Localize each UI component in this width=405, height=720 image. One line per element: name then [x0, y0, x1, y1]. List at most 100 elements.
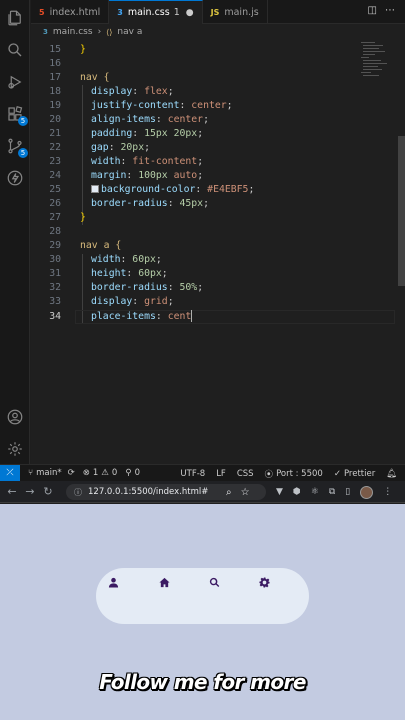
code-line: 30 width: 60px;: [49, 254, 162, 265]
code-line: 26 border-radius: 45px;: [49, 198, 209, 209]
breadcrumb-symbol[interactable]: nav a: [117, 27, 142, 37]
back-arrow-icon[interactable]: ←: [3, 485, 21, 498]
css-file-icon: 3: [43, 28, 48, 36]
eol-indicator[interactable]: LF: [216, 469, 226, 479]
code-editor[interactable]: 15} 16 17 nav { 18 display: flex; 19 justif…: [31, 40, 405, 464]
code-text: align-items: center;: [91, 114, 209, 125]
nav-bar: [96, 568, 309, 624]
code-text: nav a {: [80, 240, 122, 251]
prettier-indicator[interactable]: ✓ Prettier: [334, 469, 375, 479]
sidebar-panel-icon[interactable]: ▯: [345, 487, 350, 497]
zoom-icon[interactable]: ⌕: [226, 487, 232, 498]
react-devtools-icon[interactable]: ⚛: [311, 487, 319, 497]
text-caret: [191, 310, 193, 322]
branch-indicator[interactable]: ⑂ main* ⟳: [28, 468, 75, 478]
editor-scrollbar[interactable]: [398, 136, 405, 286]
code-text: justify-content: center;: [91, 100, 233, 111]
code-line: 22 gap: 20px;: [49, 142, 150, 153]
code-line: 23 width: fit-content;: [49, 156, 204, 167]
check-icon: ✓: [333, 468, 341, 479]
code-text: gap: 20px;: [91, 142, 150, 153]
site-info-icon[interactable]: ⓘ: [74, 487, 82, 498]
browser-viewport: Follow me for more: [0, 504, 405, 720]
tab-actions: ◫ ⋯: [368, 5, 395, 16]
run-debug-icon[interactable]: [5, 72, 25, 92]
remote-icon[interactable]: ⤫: [0, 464, 20, 482]
lightning-icon[interactable]: [5, 168, 25, 188]
user-icon[interactable]: [106, 575, 120, 589]
notifications-bell-icon[interactable]: 🔔︎: [386, 469, 397, 479]
ports-indicator[interactable]: ⚲ 0: [125, 468, 140, 478]
color-swatch[interactable]: [91, 185, 99, 193]
code-line: 15}: [49, 44, 86, 55]
forward-arrow-icon[interactable]: →: [21, 485, 39, 498]
code-text: border-radius: 45px;: [91, 198, 209, 209]
account-icon[interactable]: [5, 407, 25, 427]
search-icon[interactable]: [5, 40, 25, 60]
tab-main-css[interactable]: 3 main.css 1 ●: [109, 0, 203, 24]
search-icon[interactable]: [207, 575, 221, 589]
extensions-badge: 5: [18, 116, 28, 126]
gear-icon[interactable]: [257, 575, 271, 589]
code-line: 28: [49, 226, 61, 237]
antenna-icon: ⚲: [125, 468, 132, 478]
encoding-indicator[interactable]: UTF-8: [180, 469, 205, 479]
code-text: display: flex;: [91, 86, 174, 97]
browser-toolbar: ← → ↻ ⓘ 127.0.0.1:5500/index.html# ⌕ ☆ ▼…: [0, 481, 405, 503]
warning-icon: ⚠: [101, 468, 109, 478]
code-text: place-items: cent: [91, 311, 192, 322]
code-line: 29 nav a {: [49, 240, 122, 251]
minimap[interactable]: [361, 40, 391, 80]
url-text: 127.0.0.1:5500/index.html#: [88, 487, 209, 497]
code-line: 25 background-color: #E4EBF5;: [49, 184, 255, 195]
vue-devtools-icon[interactable]: ▼: [276, 487, 283, 497]
extension-shield-icon[interactable]: ⬢: [293, 487, 301, 497]
browser-menu-icon[interactable]: ⋮: [383, 487, 392, 497]
tab-index-html[interactable]: 5 index.html: [31, 0, 110, 24]
settings-gear-icon[interactable]: [5, 439, 25, 459]
editor-tabs: 5 index.html 3 main.css 1 ● JS main.js ◫…: [31, 0, 405, 24]
code-line: 17 nav {: [49, 72, 110, 83]
profile-avatar[interactable]: [360, 485, 374, 499]
breadcrumb: 3 main.css › ⟨⟩ nav a: [31, 24, 405, 40]
css-file-icon: 3: [117, 8, 123, 17]
puzzle-extensions-icon[interactable]: ⧉: [329, 487, 335, 497]
current-code-line: 34 place-items: cent: [49, 310, 193, 322]
tab-main-js[interactable]: JS main.js: [203, 0, 268, 24]
code-line: 32 border-radius: 50%;: [49, 282, 204, 293]
more-actions-icon[interactable]: ⋯: [385, 5, 395, 16]
bookmark-star-icon[interactable]: ☆: [241, 487, 250, 498]
code-text: margin: 100px auto;: [91, 170, 204, 181]
language-indicator[interactable]: CSS: [237, 469, 254, 479]
breadcrumb-file[interactable]: main.css: [53, 27, 93, 37]
code-text: background-color: #E4EBF5;: [101, 184, 255, 195]
code-text: border-radius: 50%;: [91, 282, 204, 293]
broadcast-icon: ⦿: [264, 469, 274, 480]
sync-icon: ⟳: [67, 468, 75, 478]
code-text: width: 60px;: [91, 254, 162, 265]
code-text: display: grid;: [91, 296, 174, 307]
reload-icon[interactable]: ↻: [39, 485, 57, 498]
html-file-icon: 5: [39, 7, 45, 17]
code-line: 33 display: grid;: [49, 296, 174, 307]
explorer-icon[interactable]: [5, 8, 25, 28]
problems-indicator[interactable]: ⊗ 1 ⚠ 0: [83, 468, 118, 478]
branch-icon: ⑂: [28, 468, 34, 478]
tab-problem-count: 1: [173, 7, 180, 18]
extensions-icon[interactable]: 5: [5, 104, 28, 126]
source-control-icon[interactable]: 5: [5, 136, 28, 158]
home-icon[interactable]: [157, 575, 171, 589]
code-line: 20 align-items: center;: [49, 114, 209, 125]
code-text: padding: 15px 20px;: [91, 128, 204, 139]
live-server-port[interactable]: ⦿ Port : 5500: [265, 468, 323, 480]
code-line: 21 padding: 15px 20px;: [49, 128, 204, 139]
tab-label: index.html: [49, 6, 101, 18]
code-line: 16: [49, 58, 61, 69]
split-editor-icon[interactable]: ◫: [368, 5, 377, 16]
chevron-right-icon: ›: [97, 27, 102, 37]
close-icon[interactable]: ●: [186, 8, 194, 18]
error-icon: ⊗: [82, 468, 90, 478]
overlay-caption: Follow me for more: [99, 670, 306, 694]
code-line: 18 display: flex;: [49, 86, 174, 97]
code-line: 19 justify-content: center;: [49, 100, 233, 111]
